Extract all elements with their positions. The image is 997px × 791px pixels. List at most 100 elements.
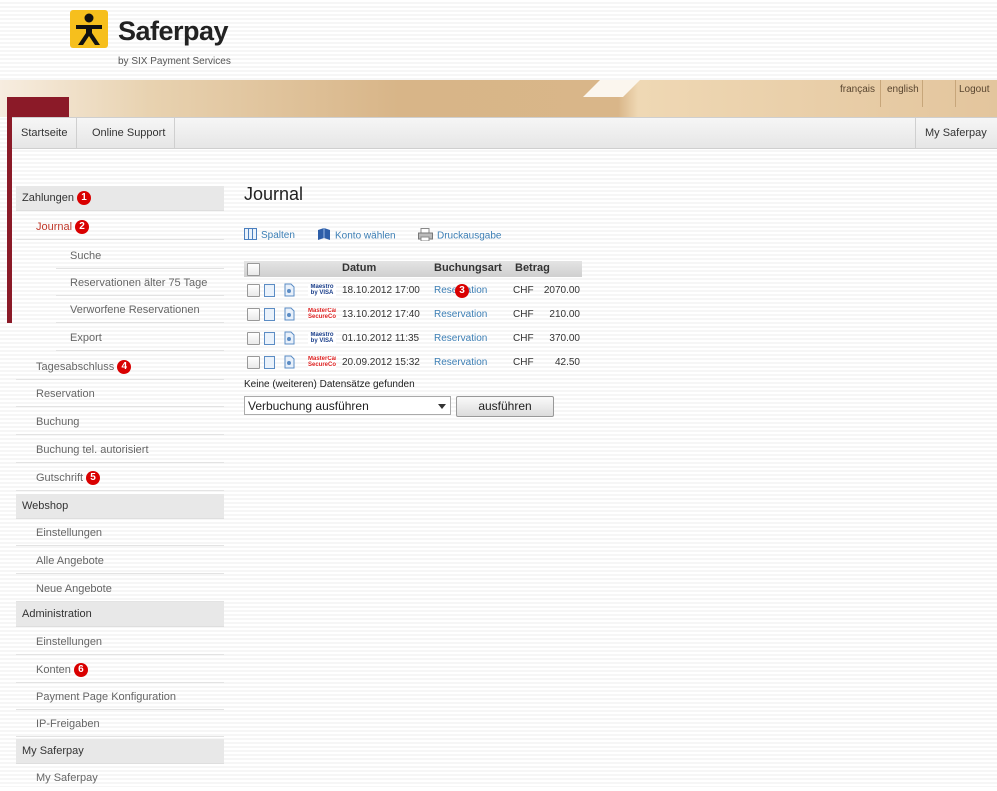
sidebar-label: Zahlungen (22, 192, 74, 204)
sidebar-item-tagesabschluss[interactable]: Tagesabschluss 4 (16, 355, 224, 380)
spalten-button[interactable]: Spalten (244, 228, 295, 243)
separator (955, 80, 956, 107)
detail-icon[interactable] (283, 331, 295, 348)
sidebar-label: Gutschrift (36, 472, 84, 484)
separator (880, 80, 881, 107)
table-row[interactable]: MasterCardSecureCode 20.09.2012 15:32 Re… (244, 351, 582, 375)
sidebar-item-reservationen-alt[interactable]: Reservationen älter 75 Tage (56, 271, 224, 296)
konto-label: Konto wählen (335, 230, 396, 242)
sidebar-item-alle-angebote[interactable]: Alle Angebote (16, 549, 224, 574)
sidebar-section-webshop[interactable]: Webshop (16, 494, 224, 519)
sidebar-section-administration[interactable]: Administration (16, 602, 224, 627)
row-currency: CHF (513, 333, 534, 344)
nav-startseite[interactable]: Startseite (12, 118, 78, 148)
sidebar-item-payment-page[interactable]: Payment Page Konfiguration (16, 685, 224, 710)
callout-badge: 2 (75, 220, 90, 235)
callout-badge: 5 (86, 471, 101, 486)
sidebar-item-gutschrift[interactable]: Gutschrift 5 (16, 466, 224, 491)
druckausgabe-button[interactable]: Druckausgabe (418, 228, 501, 244)
lang-english-link[interactable]: english (887, 84, 919, 95)
callout-badge: 4 (117, 360, 132, 375)
row-checkbox[interactable] (247, 332, 260, 345)
document-icon[interactable] (264, 332, 275, 345)
action-select[interactable]: Verbuchung ausführen (244, 396, 451, 415)
callout-badge: 3 (455, 284, 469, 298)
sidebar-section-my-saferpay[interactable]: My Saferpay (16, 739, 224, 764)
document-icon[interactable] (264, 308, 275, 321)
document-icon[interactable] (264, 356, 275, 369)
col-betrag[interactable]: Betrag (515, 262, 550, 274)
callout-badge: 6 (73, 663, 88, 678)
sidebar-item-my-saferpay[interactable]: My Saferpay (16, 766, 224, 791)
sidebar-item-reservation[interactable]: Reservation (16, 382, 224, 407)
detail-icon[interactable] (283, 355, 295, 372)
header-accent (7, 97, 69, 117)
sidebar-item-suche[interactable]: Suche (56, 244, 224, 269)
sidebar-item-journal[interactable]: Journal 2 (16, 215, 224, 240)
row-amount: 42.50 (554, 357, 580, 368)
row-checkbox[interactable] (247, 284, 260, 297)
col-datum[interactable]: Datum (342, 262, 376, 274)
row-checkbox[interactable] (247, 356, 260, 369)
card-mastercard-icon: MasterCardSecureCode (308, 356, 336, 368)
konto-waehlen-button[interactable]: Konto wählen (317, 228, 396, 244)
table-row[interactable]: Maestroby VISA 18.10.2012 17:00 Reservat… (244, 279, 582, 303)
execute-button[interactable]: ausführen (456, 396, 554, 417)
sidebar-label: Journal (36, 221, 73, 233)
sidebar-item-buchung[interactable]: Buchung (16, 410, 224, 435)
page-title: Journal (244, 184, 304, 204)
row-checkbox[interactable] (247, 308, 260, 321)
sidebar-item-export[interactable]: Export (56, 326, 224, 351)
row-date: 20.09.2012 15:32 (342, 357, 420, 368)
card-mastercard-icon: MasterCardSecureCode (308, 308, 336, 320)
chevron-down-icon (438, 404, 446, 409)
table-header: Datum Buchungsart Betrag (244, 261, 582, 277)
sidebar-item-neue-angebote[interactable]: Neue Angebote (16, 577, 224, 602)
top-navigation: Startseite Online Support My Saferpay (12, 117, 997, 149)
card-maestro-icon: Maestro by VISA (308, 284, 336, 296)
columns-icon (244, 228, 257, 243)
row-date: 13.10.2012 17:40 (342, 309, 420, 320)
sidebar-item-admin-einstellungen[interactable]: Einstellungen (16, 630, 224, 655)
sidebar-item-buchung-tel[interactable]: Buchung tel. autorisiert (16, 438, 224, 463)
sidebar-item-konten[interactable]: Konten 6 (16, 658, 224, 683)
col-buchungsart[interactable]: Buchungsart (434, 262, 502, 274)
nav-online-support[interactable]: Online Support (83, 118, 176, 148)
druck-label: Druckausgabe (437, 230, 502, 242)
brand-tagline: by SIX Payment Services (118, 56, 231, 67)
sidebar-item-ip-freigaben[interactable]: IP-Freigaben (16, 712, 224, 737)
callout-badge: 1 (77, 191, 91, 206)
sidebar-label: Tagesabschluss (36, 361, 115, 373)
detail-icon[interactable] (283, 283, 295, 300)
table-row[interactable]: MasterCardSecureCode 13.10.2012 17:40 Re… (244, 303, 582, 327)
row-currency: CHF (513, 285, 534, 296)
sidebar-label: Konten (36, 664, 71, 676)
row-type-link[interactable]: Reservation (434, 357, 487, 368)
table-row[interactable]: Maestro by VISA 01.10.2012 11:35 Reservat… (244, 327, 582, 351)
row-currency: CHF (513, 357, 534, 368)
sidebar-item-webshop-einstellungen[interactable]: Einstellungen (16, 521, 224, 546)
card-maestro-icon: Maestro by VISA (308, 332, 336, 344)
book-icon (317, 228, 331, 244)
printer-icon (418, 228, 433, 244)
action-select-value: Verbuchung ausführen (248, 399, 369, 413)
nav-my-saferpay[interactable]: My Saferpay (915, 118, 996, 148)
row-type-link[interactable]: Reservation (434, 309, 487, 320)
no-more-records-note: Keine (weiteren) Datensätze gefunden (244, 379, 415, 390)
logout-link[interactable]: Logout (959, 84, 990, 95)
document-icon[interactable] (264, 284, 275, 297)
row-date: 18.10.2012 17:00 (342, 285, 420, 296)
select-all-checkbox[interactable] (247, 263, 260, 276)
row-type-link[interactable]: Reservation (434, 333, 487, 344)
row-currency: CHF (513, 309, 534, 320)
sidebar-section-zahlungen[interactable]: Zahlungen 1 (16, 186, 224, 211)
row-amount: 370.00 (549, 333, 580, 344)
sidebar-item-verworfene[interactable]: Verworfene Reservationen (56, 298, 224, 323)
row-amount: 2070.00 (543, 285, 580, 296)
detail-icon[interactable] (283, 307, 295, 324)
brand-name: Saferpay (118, 16, 229, 46)
lang-francais-link[interactable]: français (840, 84, 875, 95)
saferpay-figure-icon (70, 10, 108, 48)
spalten-label: Spalten (261, 230, 295, 242)
separator (922, 80, 923, 107)
